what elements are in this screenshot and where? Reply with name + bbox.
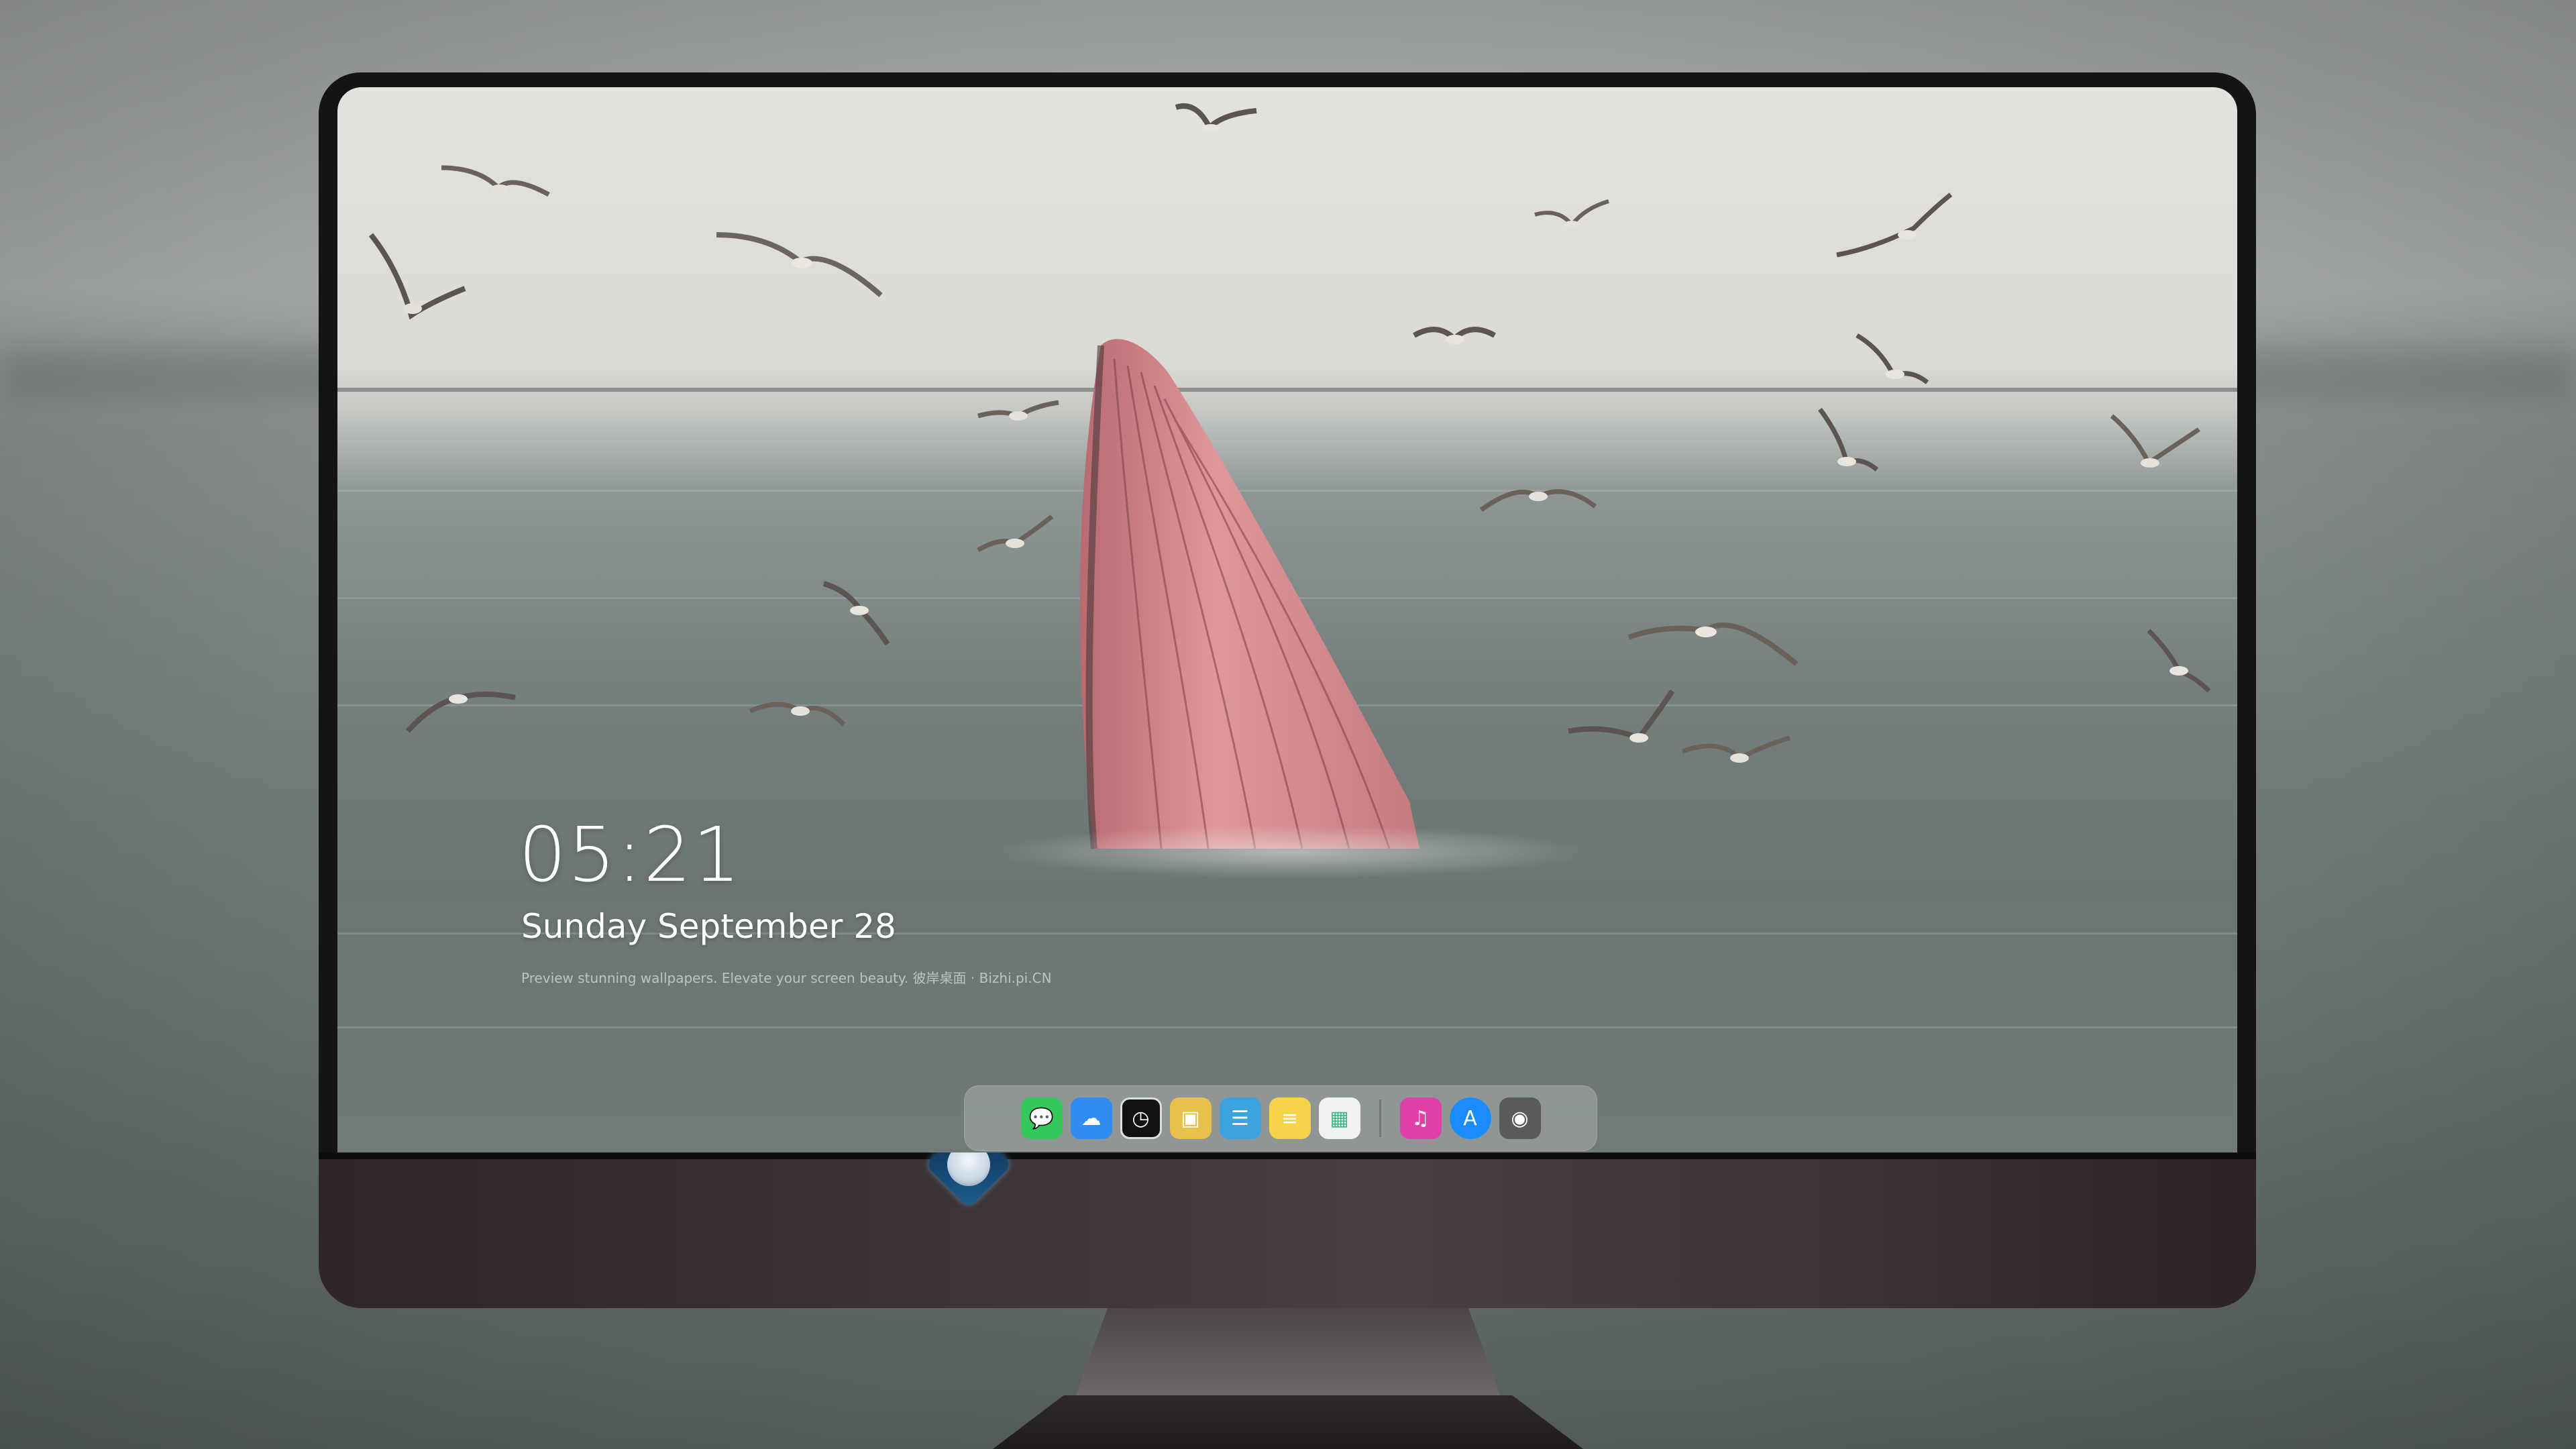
seagull-image — [716, 232, 883, 298]
seagull-image — [977, 400, 1059, 421]
seagull-image — [749, 702, 846, 727]
seagull-image — [2110, 414, 2200, 468]
seagull-image — [441, 165, 550, 197]
dock: 💬 ☁ ◷ ▣ ☰ ≡ ▦ ♫ A ◉ — [964, 1085, 1597, 1151]
monitor-stand-base — [993, 1395, 1583, 1449]
lockscreen[interactable]: 05:21 Sunday September 28 Preview stunni… — [337, 87, 2237, 1152]
seagull-image — [822, 581, 890, 646]
lockscreen-date: Sunday September 28 — [521, 907, 896, 946]
whale-wallpaper-image — [1079, 339, 1419, 849]
preview-icon[interactable]: ▣ — [1169, 1097, 1212, 1139]
chin-divider — [319, 1152, 2256, 1159]
monitor-stand-neck — [1073, 1308, 1503, 1402]
seagull-image — [405, 692, 516, 733]
seagull-image — [1627, 622, 1799, 667]
seagull-image — [1413, 327, 1496, 344]
water-splash — [988, 825, 1592, 879]
seagull-image — [977, 515, 1054, 553]
photos-icon[interactable]: ▦ — [1318, 1097, 1360, 1139]
lockscreen-tagline: Preview stunning wallpapers. Elevate you… — [521, 970, 1052, 986]
messages-icon[interactable]: 💬 — [1020, 1097, 1063, 1139]
music-icon[interactable]: ♫ — [1399, 1097, 1442, 1139]
seagull-image — [1534, 199, 1609, 229]
seagull-image — [1856, 333, 1929, 384]
appstore-icon[interactable]: A — [1449, 1097, 1491, 1139]
seagull-image — [1836, 193, 1953, 258]
seagull-image — [368, 233, 466, 320]
seagull-image — [1681, 735, 1790, 763]
seagull-image — [1479, 489, 1597, 512]
dock-separator — [1379, 1099, 1381, 1137]
seagull-image — [2147, 629, 2211, 693]
seagull-image — [1818, 407, 1879, 472]
weather-icon[interactable]: ☁ — [1070, 1097, 1112, 1139]
clock-icon[interactable]: ◷ — [1120, 1097, 1162, 1139]
camera-icon[interactable]: ◉ — [1499, 1097, 1541, 1139]
notes-icon[interactable]: ≡ — [1269, 1097, 1311, 1139]
clapper-icon[interactable]: ☰ — [1219, 1097, 1261, 1139]
seagull-image — [1175, 103, 1257, 133]
lockscreen-time: 05:21 — [519, 812, 742, 899]
monitor-chin — [319, 1159, 2256, 1308]
wave-line — [337, 1026, 2237, 1028]
